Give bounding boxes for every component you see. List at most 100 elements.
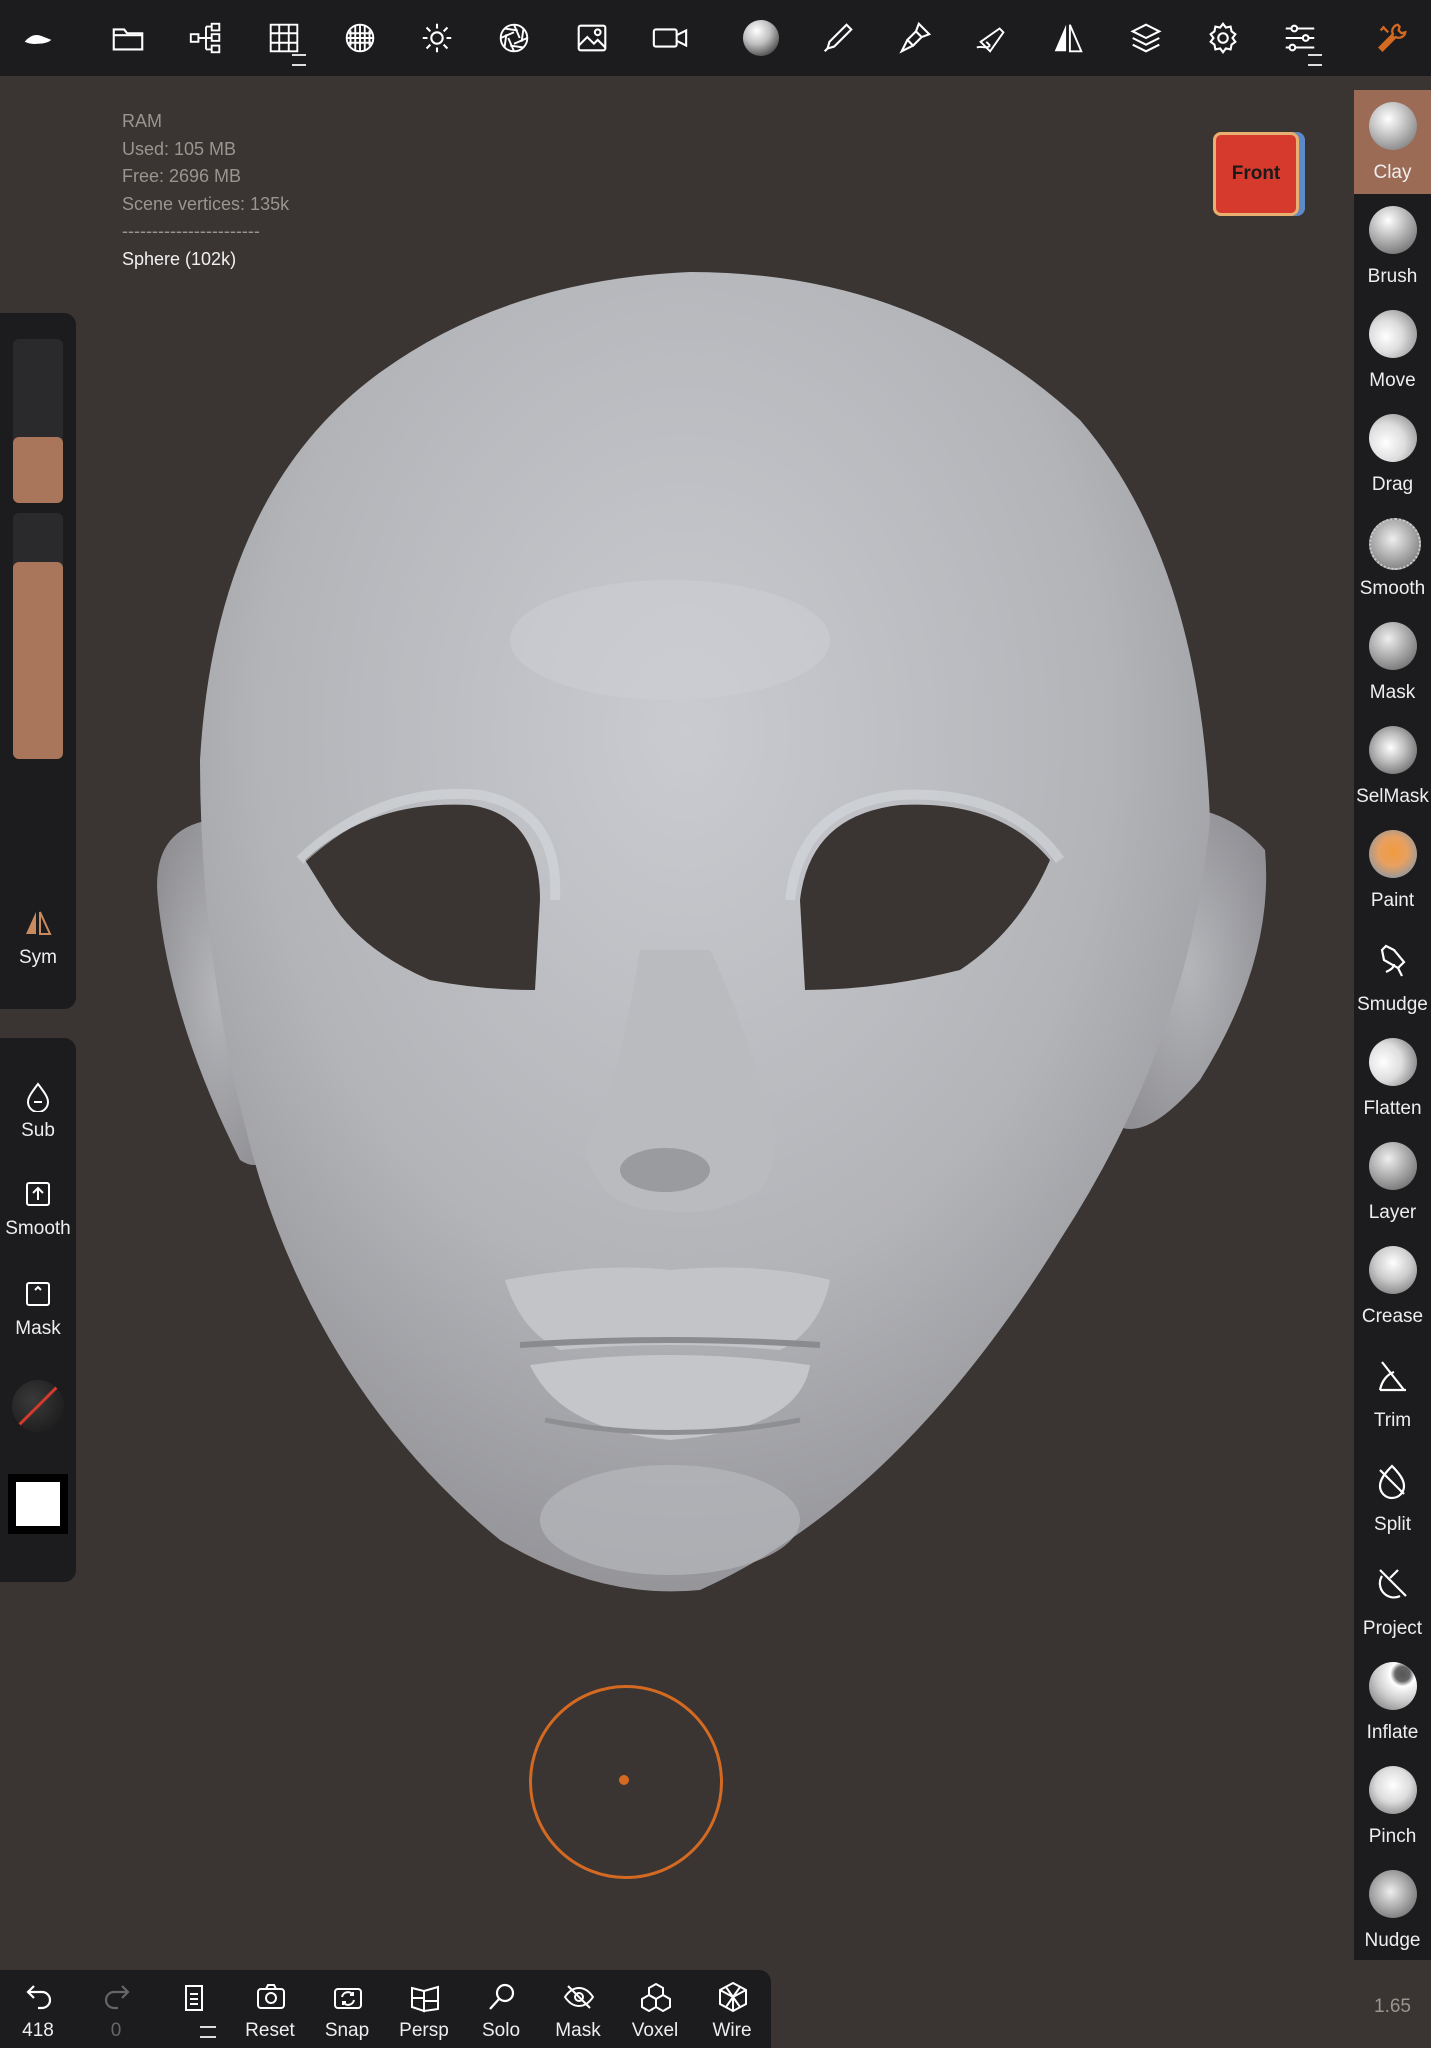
notes-button[interactable] — [158, 1970, 230, 2048]
tool-paint[interactable]: Paint — [1354, 818, 1431, 922]
mask-visibility-button[interactable]: Mask — [542, 1970, 614, 2048]
tool-flatten[interactable]: Flatten — [1354, 1026, 1431, 1130]
crease-icon — [1369, 1246, 1417, 1294]
tool-label: Drag — [1371, 474, 1414, 495]
redo-button[interactable]: 0 — [80, 1970, 152, 2048]
tool-move[interactable]: Move — [1354, 298, 1431, 402]
gear-icon[interactable] — [1193, 0, 1253, 76]
ram-label: RAM — [122, 111, 162, 131]
submenu-indicator-icon — [200, 2026, 216, 2038]
wireframe-icon — [719, 1981, 747, 2013]
wire-label: Wire — [712, 2020, 752, 2041]
tool-label: Mask — [1369, 682, 1416, 703]
bottom-toolbar: 418 0 Reset Snap Persp Solo Mask Voxel W… — [0, 1970, 771, 2048]
brush-icon — [1369, 206, 1417, 254]
redo-icon — [104, 1985, 130, 2010]
color-swatch[interactable] — [8, 1474, 68, 1534]
tool-label: Smooth — [1359, 578, 1426, 599]
sub-toggle[interactable]: Sub — [0, 1080, 76, 1142]
tool-drag[interactable]: Drag — [1354, 402, 1431, 506]
snap-label: Snap — [324, 2020, 370, 2041]
tool-label: Pinch — [1368, 1826, 1417, 1847]
view-cube-label: Front — [1231, 163, 1281, 184]
material-sphere-icon[interactable] — [731, 0, 791, 76]
tool-trim[interactable]: Trim — [1354, 1338, 1431, 1442]
tool-label: SelMask — [1356, 786, 1429, 807]
head-mesh — [157, 272, 1267, 1592]
tool-smooth[interactable]: Smooth — [1354, 506, 1431, 610]
pen-icon[interactable] — [808, 0, 868, 76]
sym-toggle[interactable]: Sym — [0, 907, 76, 969]
ram-used: Used: 105 MB — [122, 138, 237, 159]
wrench-icon[interactable] — [1362, 0, 1422, 76]
voxel-button[interactable]: Voxel — [619, 1970, 691, 2048]
scene-tree-icon[interactable] — [176, 0, 236, 76]
sliders-icon[interactable] — [1270, 0, 1330, 76]
paintbrush-icon[interactable] — [885, 0, 945, 76]
undo-icon — [26, 1985, 52, 2010]
aperture-icon[interactable] — [484, 0, 544, 76]
layers-icon[interactable] — [1116, 0, 1176, 76]
tool-label: Flatten — [1363, 1098, 1422, 1119]
tool-label: Clay — [1373, 162, 1412, 183]
tool-label: Move — [1369, 370, 1416, 391]
reset-button[interactable]: Reset — [234, 1970, 306, 2048]
magnifier-icon — [489, 1983, 515, 2010]
tool-label: Split — [1374, 1514, 1411, 1535]
sun-icon[interactable] — [407, 0, 467, 76]
smooth-toggle[interactable]: Smooth — [0, 1178, 76, 1240]
tool-pinch[interactable]: Pinch — [1354, 1754, 1431, 1858]
undo-button[interactable]: 418 — [2, 1970, 74, 2048]
symmetry-icon[interactable] — [1038, 0, 1098, 76]
texture-icon[interactable] — [330, 0, 390, 76]
split-icon — [1378, 1464, 1406, 1500]
sculpt-viewport[interactable] — [0, 76, 1354, 1972]
tool-brush[interactable]: Brush — [1354, 194, 1431, 298]
nudge-icon — [1369, 1870, 1417, 1918]
app-logo-icon[interactable] — [8, 0, 68, 76]
pinch-icon — [1369, 1766, 1417, 1814]
camera-reset-icon — [257, 1984, 285, 2009]
sym-label: Sym — [19, 947, 57, 968]
tool-mask[interactable]: Mask — [1354, 610, 1431, 714]
tool-nudge[interactable]: Nudge — [1354, 1858, 1431, 1960]
undo-count: 418 — [22, 2020, 54, 2041]
mask-toggle[interactable]: Mask — [0, 1278, 76, 1340]
redo-count: 0 — [110, 2020, 122, 2041]
folder-icon[interactable] — [98, 0, 158, 76]
voxel-label: Voxel — [631, 2020, 679, 2041]
selected-object[interactable]: Sphere (102k) — [122, 246, 289, 274]
persp-button[interactable]: Persp — [388, 1970, 460, 2048]
wire-button[interactable]: Wire — [696, 1970, 768, 2048]
mask-icon — [1369, 622, 1417, 670]
image-icon[interactable] — [562, 0, 622, 76]
tool-selmask[interactable]: SelMask — [1354, 714, 1431, 818]
tool-smudge[interactable]: Smudge — [1354, 922, 1431, 1026]
tool-label: Crease — [1361, 1306, 1424, 1327]
view-cube[interactable]: Front — [1213, 132, 1299, 216]
tool-inflate[interactable]: Inflate — [1354, 1650, 1431, 1754]
clay-icon — [1369, 102, 1417, 150]
smooth-upload-icon — [26, 1182, 50, 1206]
trim-icon — [1378, 1361, 1406, 1392]
stats-separator: ----------------------- — [122, 221, 260, 241]
intensity-slider[interactable] — [13, 513, 63, 759]
tool-label: Trim — [1373, 1410, 1412, 1431]
tool-label: Layer — [1368, 1202, 1417, 1223]
snap-button[interactable]: Snap — [311, 1970, 383, 2048]
eye-off-icon — [563, 1985, 595, 2009]
tool-crease[interactable]: Crease — [1354, 1234, 1431, 1338]
tool-project[interactable]: Project — [1354, 1546, 1431, 1650]
fountain-pen-icon[interactable] — [962, 0, 1022, 76]
intensity-slider-fill — [13, 562, 63, 759]
radius-slider[interactable] — [13, 339, 63, 503]
grid-icon[interactable] — [254, 0, 314, 76]
tool-label: Inflate — [1366, 1722, 1419, 1743]
alpha-disabled-icon[interactable] — [12, 1380, 64, 1432]
solo-button[interactable]: Solo — [465, 1970, 537, 2048]
tool-layer[interactable]: Layer — [1354, 1130, 1431, 1234]
tool-split[interactable]: Split — [1354, 1442, 1431, 1546]
scene-vertices: Scene vertices: 135k — [122, 193, 290, 214]
camera-icon[interactable] — [640, 0, 700, 76]
tool-clay[interactable]: Clay — [1354, 90, 1431, 194]
